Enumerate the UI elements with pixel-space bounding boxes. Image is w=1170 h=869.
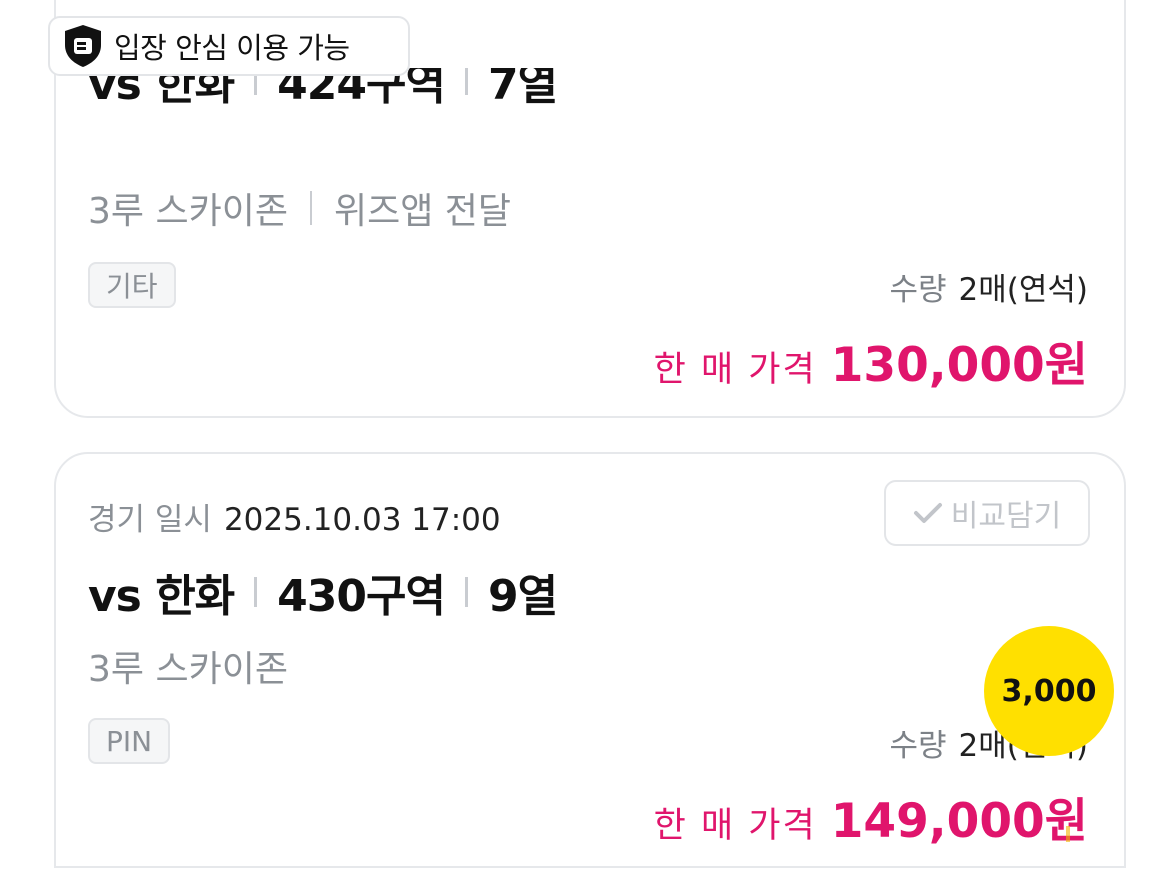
- opponent-label: vs 한화: [88, 571, 235, 622]
- game-date-label: 경기 일시: [88, 502, 212, 538]
- price-value: 130,000원: [830, 338, 1088, 393]
- quantity-label: 수량: [889, 272, 947, 308]
- safe-entry-badge: 입장 안심 이용 가능: [48, 16, 410, 76]
- price-value: 149,000원: [830, 794, 1088, 849]
- title-divider: [254, 577, 258, 607]
- sparkle-icon: [1066, 826, 1070, 842]
- delivery-label: 위즈앱 전달: [333, 191, 511, 232]
- row-label: 7열: [487, 68, 558, 110]
- ticket-listing-page: 입장 안심 이용 가능 vs 한화 424구역 7열 3루 스카이존 위즈앱 전…: [0, 0, 1170, 869]
- price-label: 한 매 가격: [653, 806, 817, 846]
- check-icon: [913, 501, 943, 525]
- quantity-info: 수량 2매(연석): [889, 264, 1088, 309]
- coin-reward-button[interactable]: 3,000: [984, 626, 1114, 756]
- shield-logo-icon: [62, 23, 104, 69]
- title-divider: [464, 577, 468, 607]
- price-label: 한 매 가격: [653, 350, 817, 390]
- section-label: 430구역: [277, 571, 446, 622]
- game-date: 경기 일시 2025.10.03 17:00: [88, 494, 501, 539]
- price-info: 한 매 가격 130,000원: [654, 326, 1088, 395]
- listing-subtitle: 3루 스카이존: [88, 640, 288, 692]
- ticket-type-tag: 기타: [88, 262, 176, 308]
- price-info: 한 매 가격 149,000원: [654, 782, 1088, 851]
- ticket-card[interactable]: 경기 일시 2025.10.03 17:00 비교담기 vs 한화 430구역 9…: [54, 452, 1126, 868]
- listing-subtitle: 3루 스카이존 위즈앱 전달: [88, 182, 511, 234]
- quantity-label: 수량: [889, 728, 947, 764]
- title-divider: [464, 68, 468, 95]
- ticket-type-tag: PIN: [88, 718, 171, 764]
- subtitle-divider: [309, 191, 312, 225]
- game-date-value: 2025.10.03 17:00: [223, 502, 501, 538]
- quantity-value: 2매(연석): [958, 272, 1088, 308]
- compare-button-label: 비교담기: [950, 499, 1062, 534]
- compare-button[interactable]: 비교담기: [884, 480, 1090, 546]
- listing-title: vs 한화 430구역 9열: [88, 560, 558, 624]
- zone-label: 3루 스카이존: [88, 649, 288, 690]
- row-label: 9열: [487, 571, 558, 622]
- safe-entry-label: 입장 안심 이용 가능: [114, 31, 350, 65]
- zone-label: 3루 스카이존: [88, 191, 288, 232]
